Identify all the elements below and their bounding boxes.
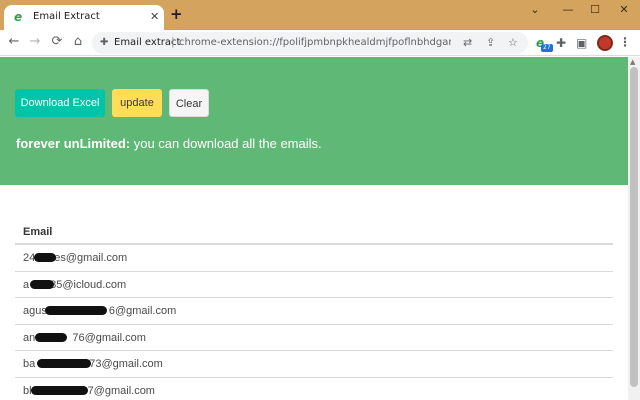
promo-bold: forever unLimited: xyxy=(16,136,131,151)
redaction-mark xyxy=(30,279,54,289)
clear-button[interactable]: Clear xyxy=(169,89,209,117)
browser-toolbar: ← → ⟳ ⌂ ✚ Email extract | chrome-extensi… xyxy=(0,30,640,56)
email-prefix: ba xyxy=(23,358,36,370)
table-row[interactable]: agus 6@gmail.com xyxy=(15,298,613,325)
email-suffix: 76@gmail.com xyxy=(72,331,146,344)
scrollbar-thumb[interactable] xyxy=(630,67,638,387)
back-icon[interactable]: ← xyxy=(6,34,22,50)
email-prefix: a xyxy=(23,278,30,291)
profile-avatar[interactable] xyxy=(597,35,613,51)
tab-strip: e Email Extract ✕ + ⌄ — ☐ ✕ xyxy=(0,0,640,30)
tab-search-dropdown-icon[interactable]: ⌄ xyxy=(523,3,547,19)
email-table: Email 24 es@gmail.com a 85@icloud.com agus… xyxy=(15,221,613,400)
active-tab[interactable]: e Email Extract ✕ xyxy=(4,5,164,30)
hero-banner: Download Excel update Clear forever unLi… xyxy=(0,57,628,185)
table-row[interactable]: ba 73@gmail.com xyxy=(15,351,613,378)
side-panel-icon[interactable]: ▣ xyxy=(576,36,587,50)
reload-icon[interactable]: ⟳ xyxy=(49,34,65,50)
email-suffix: 85@icloud.com xyxy=(50,278,127,291)
bookmark-star-icon[interactable]: ☆ xyxy=(508,36,518,49)
extension-puzzle-icon: ✚ xyxy=(100,37,109,48)
window-close-button[interactable]: ✕ xyxy=(612,3,636,19)
table-row[interactable]: and 76@gmail.com xyxy=(15,325,613,351)
page-viewport: Download Excel update Clear forever unLi… xyxy=(0,57,628,400)
home-icon[interactable]: ⌂ xyxy=(70,34,86,50)
promo-message: forever unLimited: you can download all … xyxy=(16,136,322,152)
translate-icon[interactable]: ⇄ xyxy=(463,36,472,49)
extensions-puzzle-icon[interactable]: ✚ xyxy=(556,36,566,50)
promo-text: you can download all the emails. xyxy=(130,136,322,151)
table-row[interactable]: a 85@icloud.com xyxy=(15,272,613,298)
table-row[interactable]: bl 7@gmail.com xyxy=(15,378,613,400)
maximize-button[interactable]: ☐ xyxy=(583,3,607,19)
redaction-mark xyxy=(45,306,107,315)
email-extract-favicon-icon: e xyxy=(14,10,23,24)
menu-kebab-icon[interactable]: ⋮ xyxy=(619,35,631,49)
new-tab-button[interactable]: + xyxy=(170,6,183,22)
redaction-mark xyxy=(35,332,67,342)
share-icon[interactable]: ⇪ xyxy=(486,36,495,49)
vertical-scrollbar[interactable]: ▲ xyxy=(628,57,640,400)
scroll-up-arrow-icon[interactable]: ▲ xyxy=(630,58,635,66)
address-bar[interactable]: ✚ Email extract | chrome-extension://fpo… xyxy=(92,32,528,54)
redaction-mark xyxy=(37,359,91,368)
tab-close-icon[interactable]: ✕ xyxy=(150,10,159,23)
email-suffix: 6@gmail.com xyxy=(108,305,177,317)
minimize-button[interactable]: — xyxy=(556,3,580,19)
tab-title: Email Extract xyxy=(33,11,100,22)
email-suffix: 7@gmail.com xyxy=(87,384,155,397)
download-excel-button[interactable]: Download Excel xyxy=(15,89,105,117)
forward-icon[interactable]: → xyxy=(27,34,43,50)
email-prefix: agus xyxy=(23,305,47,317)
table-row[interactable]: 24 es@gmail.com xyxy=(15,245,613,272)
redaction-mark xyxy=(34,253,56,262)
extension-count-badge: 27 xyxy=(541,44,553,52)
update-button[interactable]: update xyxy=(112,89,162,117)
url-text[interactable]: chrome-extension://fpolifjpmbnpkhealdmjf… xyxy=(179,37,451,49)
redaction-mark xyxy=(31,385,88,395)
email-suffix: es@gmail.com xyxy=(54,252,128,264)
email-suffix: 73@gmail.com xyxy=(89,358,163,370)
email-column-header: Email xyxy=(15,221,613,245)
url-separator: | xyxy=(171,35,175,48)
